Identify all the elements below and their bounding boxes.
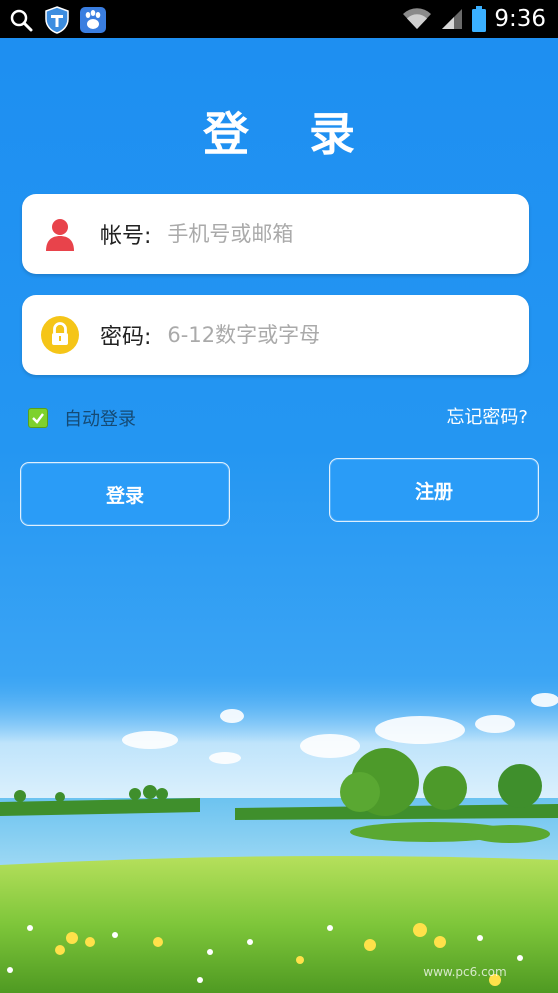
- battery-icon: [472, 6, 487, 32]
- wifi-icon: [402, 7, 432, 31]
- search-icon: [8, 7, 34, 33]
- forgot-password-link[interactable]: 忘记密码?: [446, 403, 528, 429]
- clock: 9:36: [494, 6, 546, 32]
- signal-icon: [440, 7, 464, 31]
- watermark: www.pc6.com: [423, 965, 506, 979]
- account-label: 帐号:: [100, 224, 152, 249]
- password-label: 密码:: [100, 325, 152, 350]
- shield-app-icon: [44, 6, 70, 34]
- baidu-paw-icon: [80, 7, 106, 33]
- landscape-background: www.pc6.com: [0, 680, 558, 993]
- login-options: 自动登录 忘记密码?: [28, 400, 528, 430]
- password-input[interactable]: [165, 322, 490, 348]
- password-field[interactable]: 密码:: [22, 295, 529, 375]
- register-button[interactable]: 注册: [329, 458, 539, 522]
- status-bar-right: 9:36: [402, 4, 546, 34]
- auto-login-label: 自动登录: [64, 409, 136, 430]
- user-icon: [40, 214, 80, 254]
- check-icon: [32, 413, 44, 424]
- account-input[interactable]: [165, 221, 490, 247]
- auto-login-toggle[interactable]: 自动登录: [28, 405, 136, 431]
- account-field[interactable]: 帐号:: [22, 194, 529, 274]
- status-bar: 9:36: [0, 0, 558, 38]
- login-button[interactable]: 登录: [20, 462, 230, 526]
- page-title: 登 录: [202, 107, 377, 161]
- auto-login-checkbox[interactable]: [28, 408, 48, 428]
- status-bar-left: [8, 5, 106, 35]
- login-screen: 9:36 登 录 帐号: 密码:: [0, 0, 558, 993]
- lock-icon: [40, 315, 80, 355]
